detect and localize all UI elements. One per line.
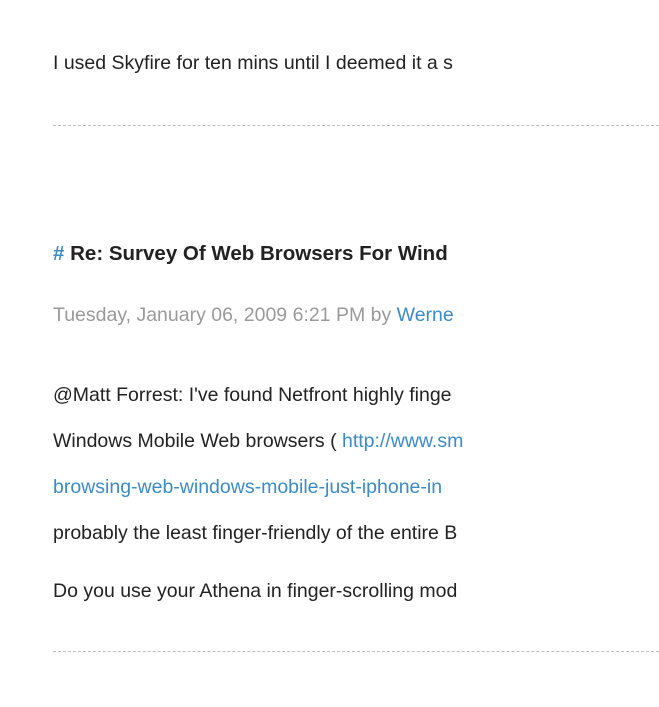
comment-title: Re: Survey Of Web Browsers For Wind (70, 242, 448, 265)
comment-body-url-link-continued[interactable]: browsing-web-windows-mobile-just-iphone-… (53, 476, 442, 498)
comment-body-line: Do you use your Athena in finger-scrolli… (53, 580, 458, 602)
comment-divider (53, 651, 659, 652)
comment-author-link[interactable]: Werne (397, 304, 454, 326)
comment-body-text: Windows Mobile Web browsers ( (53, 430, 342, 452)
comment-meta: Tuesday, January 06, 2009 6:21 PM by Wer… (53, 304, 454, 326)
comment-body-text: @Matt Forrest: I've found Netfront highl… (53, 384, 452, 406)
comment-body-text: probably the least finger-friendly of th… (53, 522, 458, 544)
comment-body-url-link[interactable]: http://www.sm (342, 430, 463, 452)
previous-comment-line: I used Skyfire for ten mins until I deem… (53, 52, 453, 74)
comment-body-line: browsing-web-windows-mobile-just-iphone-… (53, 476, 442, 498)
comment-date: Tuesday, January 06, 2009 6:21 PM (53, 304, 366, 326)
previous-comment-text: I used Skyfire for ten mins until I deem… (53, 52, 453, 74)
comment-body-question: Do you use your Athena in finger-scrolli… (53, 580, 458, 602)
comment-divider (53, 125, 659, 126)
comment-body-line: @Matt Forrest: I've found Netfront highl… (53, 384, 452, 406)
comment-by-label: by (370, 304, 392, 326)
comment-header: # Re: Survey Of Web Browsers For Wind (53, 242, 448, 265)
comment-body-line: Windows Mobile Web browsers ( http://www… (53, 430, 463, 452)
permalink-hash-link[interactable]: # (53, 242, 64, 265)
comment-body-line: probably the least finger-friendly of th… (53, 522, 458, 544)
